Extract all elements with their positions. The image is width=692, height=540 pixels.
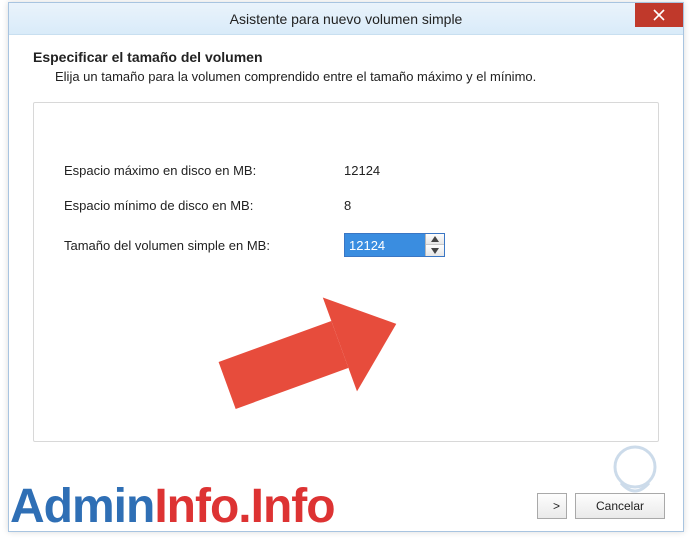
max-space-label: Espacio máximo en disco en MB: <box>64 163 344 178</box>
wizard-window: Asistente para nuevo volumen simple Espe… <box>8 2 684 532</box>
spinner-up-button[interactable] <box>426 234 444 245</box>
logo-icon <box>605 441 665 501</box>
row-min-space: Espacio mínimo de disco en MB: 8 <box>64 198 628 213</box>
spinner-down-button[interactable] <box>426 245 444 256</box>
window-title: Asistente para nuevo volumen simple <box>230 11 463 27</box>
row-max-space: Espacio máximo en disco en MB: 12124 <box>64 163 628 178</box>
chevron-up-icon <box>431 236 439 242</box>
content-area: Especificar el tamaño del volumen Elija … <box>9 35 683 442</box>
max-space-value: 12124 <box>344 163 454 178</box>
close-button[interactable] <box>635 3 683 27</box>
volume-size-label: Tamaño del volumen simple en MB: <box>64 238 344 253</box>
chevron-down-icon <box>431 248 439 254</box>
min-space-label: Espacio mínimo de disco en MB: <box>64 198 344 213</box>
watermark-left: Admin <box>10 480 154 533</box>
row-volume-size: Tamaño del volumen simple en MB: <box>64 233 628 257</box>
watermark-right: Info.Info <box>154 480 334 533</box>
volume-size-spinner <box>344 233 445 257</box>
volume-size-input[interactable] <box>345 234 425 256</box>
page-heading: Especificar el tamaño del volumen <box>33 49 659 65</box>
min-space-value: 8 <box>344 198 454 213</box>
titlebar: Asistente para nuevo volumen simple <box>9 3 683 35</box>
next-button-partial[interactable]: > <box>537 493 567 519</box>
spinner-buttons <box>425 234 444 256</box>
watermark-text: AdminInfo.Info <box>10 479 335 534</box>
close-icon <box>653 9 665 21</box>
options-panel: Espacio máximo en disco en MB: 12124 Esp… <box>33 102 659 442</box>
page-subheading: Elija un tamaño para la volumen comprend… <box>33 69 659 84</box>
